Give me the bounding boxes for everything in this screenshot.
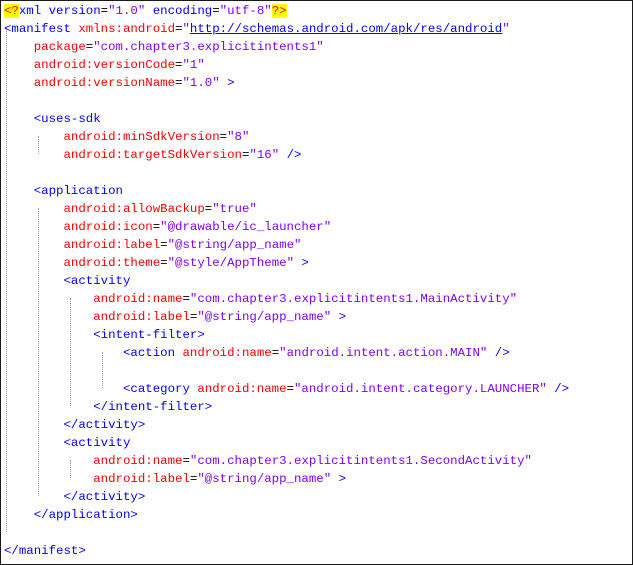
code-token: <activity (4, 436, 131, 450)
code-token: </application> (4, 508, 138, 522)
code-token: "16" (249, 148, 280, 162)
code-token: <action (4, 346, 176, 360)
code-line[interactable]: android:versionCode="1" (4, 56, 205, 74)
code-line[interactable]: <uses-sdk (4, 110, 101, 128)
code-token: android:name (175, 346, 272, 360)
code-token: "@string/app_name" (167, 238, 302, 252)
code-line[interactable]: android:icon="@drawable/ic_launcher" (4, 218, 331, 236)
code-line[interactable]: </application> (4, 506, 138, 524)
code-token: /> (546, 382, 570, 396)
code-line[interactable]: android:allowBackup="true" (4, 200, 257, 218)
code-line[interactable]: android:name="com.chapter3.explicitinten… (4, 290, 517, 308)
code-token: = (160, 256, 168, 270)
code-line[interactable]: <category android:name="android.intent.c… (4, 380, 569, 398)
code-token: </intent-filter> (4, 400, 213, 414)
code-token: android:theme (4, 256, 161, 270)
code-token: > (219, 76, 235, 90)
code-token: package (4, 40, 86, 54)
code-token: xml version (18, 4, 101, 18)
code-token: > (294, 256, 309, 270)
code-line[interactable]: android:versionName="1.0" > (4, 74, 235, 92)
code-token: "8" (227, 130, 250, 144)
code-token: "1.0" (182, 76, 220, 90)
code-line[interactable]: android:label="@string/app_name" > (4, 470, 346, 488)
code-line[interactable]: </intent-filter> (4, 398, 212, 416)
code-token: <manifest (4, 22, 71, 36)
code-token: "utf-8" (219, 4, 272, 18)
code-token: android:targetSdkVersion (4, 148, 242, 162)
code-token: ?> (271, 4, 287, 18)
code-token: "@string/app_name" (197, 310, 332, 324)
code-line[interactable]: <action android:name="android.intent.act… (4, 344, 510, 362)
code-token: " (502, 22, 510, 36)
code-token: android:name (4, 454, 183, 468)
code-token: = (219, 130, 228, 144)
code-token: "com.chapter3.explicitintents1.MainActiv… (189, 292, 518, 306)
code-token: > (331, 472, 347, 486)
code-token: <? (4, 4, 19, 18)
code-token: /> (487, 346, 510, 360)
code-token: /> (279, 148, 302, 162)
code-token: "true" (212, 202, 257, 216)
code-token: encoding (145, 4, 213, 18)
code-line[interactable]: <intent-filter> (4, 326, 205, 344)
code-token: android:versionName (4, 76, 176, 90)
code-token: "1.0" (108, 4, 146, 18)
code-token: "@drawable/ic_launcher" (160, 220, 332, 234)
code-token: android:icon (4, 220, 153, 234)
code-line[interactable]: <activity (4, 434, 130, 452)
xml-code-editor[interactable]: <?xml version="1.0" encoding="utf-8"?> <m… (0, 0, 633, 565)
code-token: <uses-sdk (4, 112, 101, 126)
code-token: android:label (4, 472, 190, 486)
code-token: > (331, 310, 347, 324)
code-line[interactable]: package="com.chapter3.explicitintents1" (4, 38, 324, 56)
code-token: <activity (4, 274, 131, 288)
code-token: "android.intent.category.LAUNCHER" (294, 382, 547, 396)
code-token: "1" (182, 58, 205, 72)
code-line[interactable]: </activity> (4, 488, 145, 506)
code-token: android:label (4, 238, 161, 252)
code-token: <intent-filter> (4, 328, 205, 342)
code-token: </activity> (4, 418, 146, 432)
code-token: " (182, 22, 190, 36)
code-token: xmlns:android (70, 22, 176, 36)
code-line[interactable]: <application (4, 182, 123, 200)
code-token: "@style/AppTheme" (167, 256, 294, 270)
code-line[interactable]: android:targetSdkVersion="16" /> (4, 146, 301, 164)
code-line[interactable]: android:label="@string/app_name" > (4, 308, 346, 326)
code-token: </manifest> (4, 544, 86, 558)
code-line[interactable]: android:label="@string/app_name" (4, 236, 301, 254)
code-token: "com.chapter3.explicitintents1.SecondAct… (189, 454, 532, 468)
code-token: android:minSdkVersion (4, 130, 220, 144)
code-line[interactable]: android:name="com.chapter3.explicitinten… (4, 452, 532, 470)
code-token: "@string/app_name" (197, 472, 332, 486)
code-line[interactable]: </manifest> (4, 542, 86, 560)
code-line[interactable]: android:minSdkVersion="8" (4, 128, 249, 146)
code-line[interactable]: <activity (4, 272, 130, 290)
code-token: "android.intent.action.MAIN" (279, 346, 488, 360)
code-token: <application (4, 184, 123, 198)
code-token: = (182, 292, 190, 306)
code-token: android:label (4, 310, 190, 324)
code-token: "com.chapter3.explicitintents1" (93, 40, 324, 54)
code-token: = (100, 4, 109, 18)
namespace-link[interactable]: http://schemas.android.com/apk/res/andro… (190, 22, 502, 36)
code-token: = (286, 382, 294, 396)
code-token: = (182, 454, 190, 468)
code-line[interactable]: android:theme="@style/AppTheme" > (4, 254, 309, 272)
code-token: android:name (189, 382, 287, 396)
code-token: android:versionCode (4, 58, 176, 72)
code-token: = (212, 4, 220, 18)
code-line[interactable]: </activity> (4, 416, 145, 434)
code-token: android:name (4, 292, 183, 306)
code-line[interactable]: <?xml version="1.0" encoding="utf-8"?> (4, 2, 287, 20)
code-token: </activity> (4, 490, 146, 504)
code-token: <category (4, 382, 190, 396)
code-token: android:allowBackup (4, 202, 205, 216)
code-line[interactable]: <manifest xmlns:android="http://schemas.… (4, 20, 510, 38)
code-token: = (160, 238, 168, 252)
